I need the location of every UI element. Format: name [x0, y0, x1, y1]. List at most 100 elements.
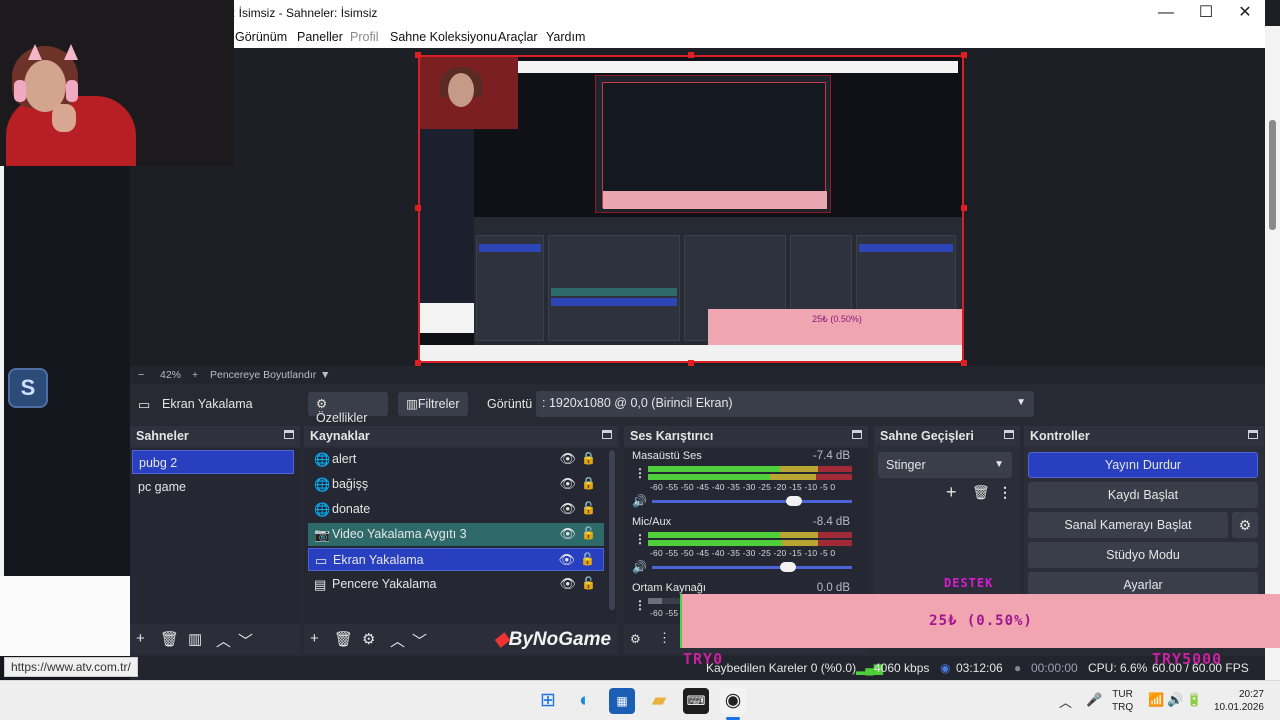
speaker-icon[interactable]: 🔊: [632, 560, 647, 574]
clock[interactable]: 20:27 10.01.2026: [1212, 688, 1264, 714]
fit-to-window-label[interactable]: Pencereye Boyutlandır: [210, 369, 316, 381]
zoom-dropdown-icon[interactable]: ▼: [320, 369, 330, 381]
edge-browser-icon[interactable]: ◐: [572, 688, 598, 714]
resize-handle[interactable]: [961, 205, 967, 211]
visibility-icon[interactable]: 👁: [559, 451, 576, 467]
battery-icon[interactable]: 🔋: [1186, 692, 1202, 708]
chevron-up-icon[interactable]: ︿: [1059, 692, 1072, 711]
unlock-icon[interactable]: 🔓: [581, 501, 596, 515]
menu-yardim[interactable]: Yardım: [546, 30, 585, 44]
source-item[interactable]: ▭ Ekran Yakalama 👁 🔓: [308, 548, 604, 571]
visibility-icon[interactable]: 👁: [559, 476, 576, 492]
menu-araclar[interactable]: Araçlar: [498, 30, 538, 44]
headset-icon: [66, 80, 78, 102]
move-down-icon[interactable]: ﹀: [238, 630, 253, 651]
wifi-icon[interactable]: 📶: [1148, 692, 1164, 708]
trash-icon[interactable]: 🗑: [160, 630, 179, 648]
menu-sahne-koleksiyonu[interactable]: Sahne Koleksiyonu: [390, 30, 497, 44]
undock-icon[interactable]: [284, 430, 294, 439]
filter-icon[interactable]: ▥: [188, 630, 202, 648]
store-icon[interactable]: ▦: [609, 688, 635, 714]
screen-capture-preview[interactable]: 25₺ (0.50%): [418, 55, 964, 363]
add-icon[interactable]: +: [310, 630, 319, 647]
unlock-icon[interactable]: 🔓: [580, 552, 595, 566]
kebab-menu-icon[interactable]: ⋮: [634, 598, 646, 612]
visibility-icon[interactable]: 👁: [559, 501, 576, 517]
volume-icon[interactable]: 🔊: [1167, 692, 1183, 708]
kebab-menu-icon[interactable]: ⋮: [634, 532, 646, 546]
kebab-menu-icon[interactable]: ⋮: [634, 466, 646, 480]
preview-area[interactable]: 25₺ (0.50%): [130, 48, 1265, 366]
unlock-icon[interactable]: 🔓: [581, 576, 596, 590]
start-virtual-camera-button[interactable]: Sanal Kamerayı Başlat: [1028, 512, 1228, 538]
transition-select[interactable]: Stinger ▼: [878, 452, 1012, 478]
scene-item[interactable]: pubg 2: [132, 450, 294, 474]
resize-handle[interactable]: [415, 52, 421, 58]
volume-slider[interactable]: [652, 496, 852, 506]
record-icon: ●: [1014, 661, 1022, 675]
minimize-button[interactable]: —: [1146, 2, 1186, 24]
source-item[interactable]: 🌐 donate 👁 🔓: [308, 498, 604, 521]
obs-icon[interactable]: ◉: [720, 688, 746, 714]
zoom-out-button[interactable]: −: [138, 369, 144, 381]
zoom-in-button[interactable]: +: [192, 369, 198, 381]
kebab-menu-icon[interactable]: ⋮: [658, 630, 671, 646]
move-up-icon[interactable]: ︿: [390, 630, 405, 651]
gear-icon[interactable]: ⚙: [362, 630, 375, 648]
windows-start-icon[interactable]: ⊞: [535, 688, 561, 714]
stop-streaming-button[interactable]: Yayını Durdur: [1028, 452, 1258, 478]
source-item[interactable]: ▤ Pencere Yakalama 👁 🔓: [308, 573, 604, 596]
undock-icon[interactable]: [1004, 430, 1014, 439]
undock-icon[interactable]: [1248, 430, 1258, 439]
studio-mode-button[interactable]: Stüdyo Modu: [1028, 542, 1258, 568]
chevron-down-icon: ▼: [1016, 397, 1026, 408]
start-recording-button[interactable]: Kaydı Başlat: [1028, 482, 1258, 508]
scene-item[interactable]: pc game: [132, 475, 294, 499]
sources-scrollbar[interactable]: [609, 450, 615, 610]
undock-icon[interactable]: [852, 430, 862, 439]
volume-slider[interactable]: [652, 562, 852, 572]
resize-handle[interactable]: [415, 205, 421, 211]
microphone-icon[interactable]: 🎤: [1086, 692, 1102, 708]
source-item[interactable]: 📷 Video Yakalama Aygıtı 3 👁 🔓: [308, 523, 604, 546]
add-icon[interactable]: +: [136, 630, 145, 647]
background-browser-scrollbar[interactable]: [1265, 26, 1280, 680]
move-down-icon[interactable]: ﹀: [412, 630, 427, 651]
virtual-camera-settings-button[interactable]: ⚙: [1232, 512, 1258, 538]
properties-button[interactable]: ⚙ Özellikler: [308, 392, 388, 425]
lock-icon[interactable]: 🔒: [581, 476, 596, 490]
volume-knob[interactable]: [780, 562, 796, 572]
volume-meter: [648, 540, 852, 546]
menu-gorunum[interactable]: Görünüm: [235, 30, 287, 44]
streamlabs-app-icon[interactable]: S: [8, 368, 48, 408]
volume-knob[interactable]: [786, 496, 802, 506]
filters-button[interactable]: ▥Filtreler: [398, 392, 468, 416]
maximize-button[interactable]: ☐: [1186, 2, 1226, 24]
visibility-icon[interactable]: 👁: [558, 552, 575, 568]
app-icon[interactable]: ⌨: [683, 688, 709, 714]
undock-icon[interactable]: [602, 430, 612, 439]
zoom-bar: − 42% + Pencereye Boyutlandır ▼: [130, 366, 1265, 384]
display-select[interactable]: : 1920x1080 @ 0,0 (Birincil Ekran) ▼: [536, 391, 1034, 417]
kebab-menu-icon[interactable]: ⋮: [998, 484, 1012, 501]
menu-paneller[interactable]: Paneller: [297, 30, 343, 44]
unlock-icon[interactable]: 🔓: [581, 526, 596, 540]
close-button[interactable]: ✕: [1225, 2, 1265, 24]
input-language[interactable]: TUR TRQ: [1112, 688, 1133, 714]
resize-handle[interactable]: [961, 52, 967, 58]
file-explorer-icon[interactable]: ▰: [646, 688, 672, 714]
lock-icon[interactable]: 🔒: [581, 451, 596, 465]
source-item[interactable]: 🌐 bağişş 👁 🔒: [308, 473, 604, 496]
resize-handle[interactable]: [688, 52, 694, 58]
add-icon[interactable]: +: [946, 482, 957, 503]
visibility-icon[interactable]: 👁: [559, 576, 576, 592]
menu-profil[interactable]: Profil: [350, 30, 378, 44]
source-item[interactable]: 🌐 alert 👁 🔒: [308, 448, 604, 471]
visibility-icon[interactable]: 👁: [559, 526, 576, 542]
speaker-icon[interactable]: 🔊: [632, 494, 647, 508]
scrollbar-thumb[interactable]: [1269, 120, 1276, 230]
advanced-audio-icon[interactable]: ⚙: [630, 632, 641, 646]
move-up-icon[interactable]: ︿: [216, 630, 231, 651]
trash-icon[interactable]: 🗑: [972, 484, 990, 501]
trash-icon[interactable]: 🗑: [334, 630, 353, 648]
